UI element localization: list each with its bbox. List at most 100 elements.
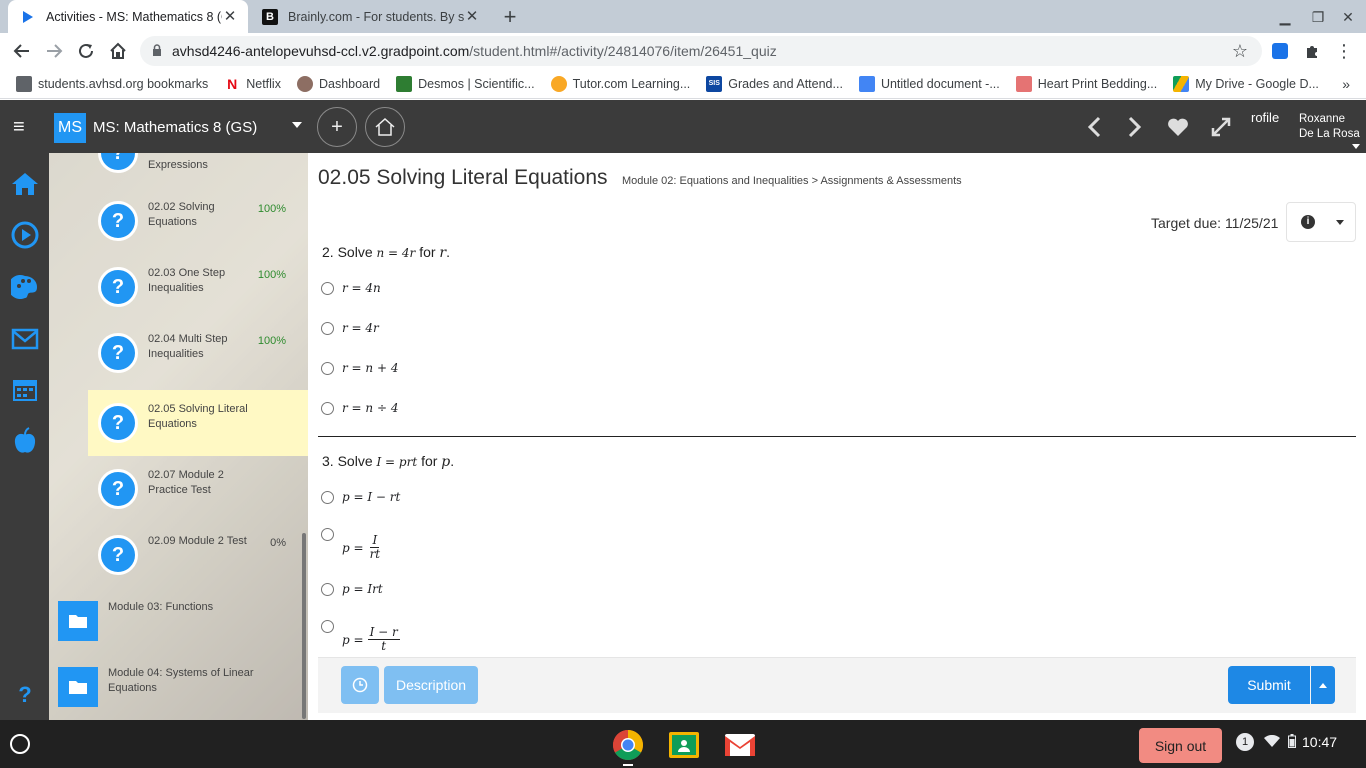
bookmark-label: Heart Print Bedding... <box>1037 76 1158 91</box>
sidebar-activity-02-07[interactable]: ? 02.07 Module 2 Practice Test <box>88 456 308 522</box>
hamburger-menu-icon[interactable]: ≡ <box>13 116 35 138</box>
sign-out-button[interactable]: Sign out <box>1139 728 1222 763</box>
system-tray[interactable]: 1 10:47 <box>1236 733 1337 751</box>
course-title[interactable]: MS: Mathematics 8 (GS) <box>93 119 257 136</box>
play-icon[interactable] <box>10 220 40 250</box>
bookmark-star-icon[interactable]: ☆ <box>1232 41 1248 62</box>
course-badge: MS <box>54 113 86 143</box>
address-bar[interactable]: avhsd4246-antelopevuhsd-ccl.v2.gradpoint… <box>140 36 1262 66</box>
sidebar-activity-02-02[interactable]: ? 02.02 Solving Equations 100% <box>88 188 308 254</box>
previous-item-button[interactable] <box>1081 114 1107 140</box>
browser-menu-button[interactable]: ⋮ <box>1330 37 1358 65</box>
sidebar-scrollbar[interactable] <box>302 533 306 719</box>
info-dropdown-caret-icon[interactable] <box>1336 220 1344 225</box>
bookmark-item[interactable]: My Drive - Google D... <box>1173 75 1319 92</box>
classroom-app-icon[interactable] <box>667 728 701 762</box>
home-icon[interactable] <box>10 169 40 199</box>
description-button[interactable]: Description <box>384 666 478 704</box>
sidebar-activity-partial[interactable]: ? Expressions <box>88 153 308 186</box>
answer-option[interactable]: p = Irt <box>321 582 383 596</box>
apple-icon[interactable] <box>10 426 40 456</box>
answer-option[interactable]: p = I − r t <box>321 620 400 653</box>
reload-button[interactable] <box>72 37 100 65</box>
tab-activities[interactable]: Activities - MS: Mathematics 8 (G ✕ <box>8 0 248 33</box>
bookmark-item[interactable]: Tutor.com Learning... <box>550 75 690 92</box>
close-window-icon[interactable]: ✕ <box>1337 6 1359 28</box>
help-icon[interactable]: ? <box>10 680 40 710</box>
radio-button[interactable] <box>321 528 334 541</box>
activity-name: Expressions <box>148 159 208 171</box>
add-button[interactable]: + <box>317 107 357 147</box>
radio-button[interactable] <box>321 401 334 415</box>
bookmark-item[interactable]: Untitled document -... <box>858 75 1000 92</box>
extension-icon <box>1272 43 1288 59</box>
question-circle-icon: ? <box>98 153 138 173</box>
home-button[interactable] <box>104 37 132 65</box>
next-item-button[interactable] <box>1122 114 1148 140</box>
activity-percent: 100% <box>257 269 286 281</box>
extensions-puzzle-button[interactable] <box>1298 37 1326 65</box>
bookmark-item[interactable]: Heart Print Bedding... <box>1015 75 1158 92</box>
course-dropdown-caret-icon[interactable] <box>292 122 302 128</box>
radio-button[interactable] <box>321 490 334 504</box>
timer-button[interactable] <box>341 666 379 704</box>
mail-icon[interactable] <box>10 324 40 354</box>
bookmark-item[interactable]: SIS Grades and Attend... <box>706 75 843 92</box>
user-menu-caret-icon[interactable] <box>1352 144 1360 149</box>
clock-icon <box>352 677 368 693</box>
bookmark-item[interactable]: Desmos | Scientific... <box>396 75 535 92</box>
url-path: /student.html#/activity/24814076/item/26… <box>469 43 777 59</box>
favorite-button[interactable] <box>1165 114 1191 140</box>
answer-option[interactable]: r = 4r <box>321 321 379 335</box>
sidebar-module-03[interactable]: Module 03: Functions <box>49 588 308 654</box>
answer-option[interactable]: p = I rt <box>321 528 382 561</box>
fullscreen-button[interactable] <box>1208 114 1234 140</box>
palette-icon[interactable] <box>10 272 40 302</box>
tab-brainly[interactable]: B Brainly.com - For students. By st ✕ <box>250 0 490 33</box>
minimize-window-icon[interactable]: ▁ <box>1274 6 1296 28</box>
radio-button[interactable] <box>321 321 334 335</box>
sidebar-activity-02-09[interactable]: ? 02.09 Module 2 Test 0% <box>88 522 308 588</box>
activity-name: 02.03 One Step Inequalities <box>148 267 226 294</box>
radio-button[interactable] <box>321 582 334 596</box>
forward-button[interactable] <box>40 37 68 65</box>
bookmark-item[interactable]: students.avhsd.org bookmarks <box>16 75 208 92</box>
answer-option[interactable]: r = n ÷ 4 <box>321 401 398 415</box>
question-circle-icon: ? <box>98 403 138 443</box>
profile-link[interactable]: rofile <box>1251 110 1279 125</box>
activity-percent: 100% <box>257 335 286 347</box>
sidebar-module-04[interactable]: Module 04: Systems of Linear Equations <box>49 654 308 720</box>
answer-option[interactable]: r = n + 4 <box>321 361 398 375</box>
user-name[interactable]: Roxanne De La Rosa <box>1299 112 1360 142</box>
gmail-app-icon[interactable] <box>723 728 757 762</box>
sidebar-activity-02-03[interactable]: ? 02.03 One Step Inequalities 100% <box>88 254 308 320</box>
submit-button[interactable]: Submit <box>1228 666 1310 704</box>
chrome-app-icon[interactable] <box>611 728 645 762</box>
launcher-icon[interactable] <box>10 734 30 754</box>
expand-icon <box>1211 117 1231 137</box>
sidebar-activity-02-04[interactable]: ? 02.04 Multi Step Inequalities 100% <box>88 320 308 386</box>
close-tab-icon[interactable]: ✕ <box>222 8 238 25</box>
answer-option[interactable]: r = 4n <box>321 281 381 295</box>
close-tab-icon[interactable]: ✕ <box>464 8 480 25</box>
extension-button[interactable] <box>1266 37 1294 65</box>
bookmark-label: Untitled document -... <box>880 76 1000 91</box>
new-tab-button[interactable]: + <box>496 0 524 33</box>
calendar-icon[interactable] <box>10 374 40 404</box>
equation: n = 4r <box>376 246 416 260</box>
bookmark-item[interactable]: N Netflix <box>224 75 281 92</box>
more-bookmarks-icon[interactable]: » <box>1342 76 1350 92</box>
restore-window-icon[interactable]: ❐ <box>1307 6 1329 28</box>
back-button[interactable] <box>8 37 36 65</box>
radio-button[interactable] <box>321 281 334 295</box>
url-host: avhsd4246-antelopevuhsd-ccl.v2.gradpoint… <box>172 43 470 59</box>
sidebar-activity-02-05[interactable]: ? 02.05 Solving Literal Equations <box>88 390 308 456</box>
submit-dropdown-button[interactable] <box>1311 666 1335 704</box>
home-nav-button[interactable] <box>365 107 405 147</box>
radio-button[interactable] <box>321 620 334 633</box>
info-icon[interactable]: i <box>1301 215 1315 229</box>
action-bar: Description Submit <box>318 657 1356 713</box>
bookmark-item[interactable]: Dashboard <box>296 75 380 92</box>
answer-option[interactable]: p = I − rt <box>321 490 400 504</box>
radio-button[interactable] <box>321 361 334 375</box>
